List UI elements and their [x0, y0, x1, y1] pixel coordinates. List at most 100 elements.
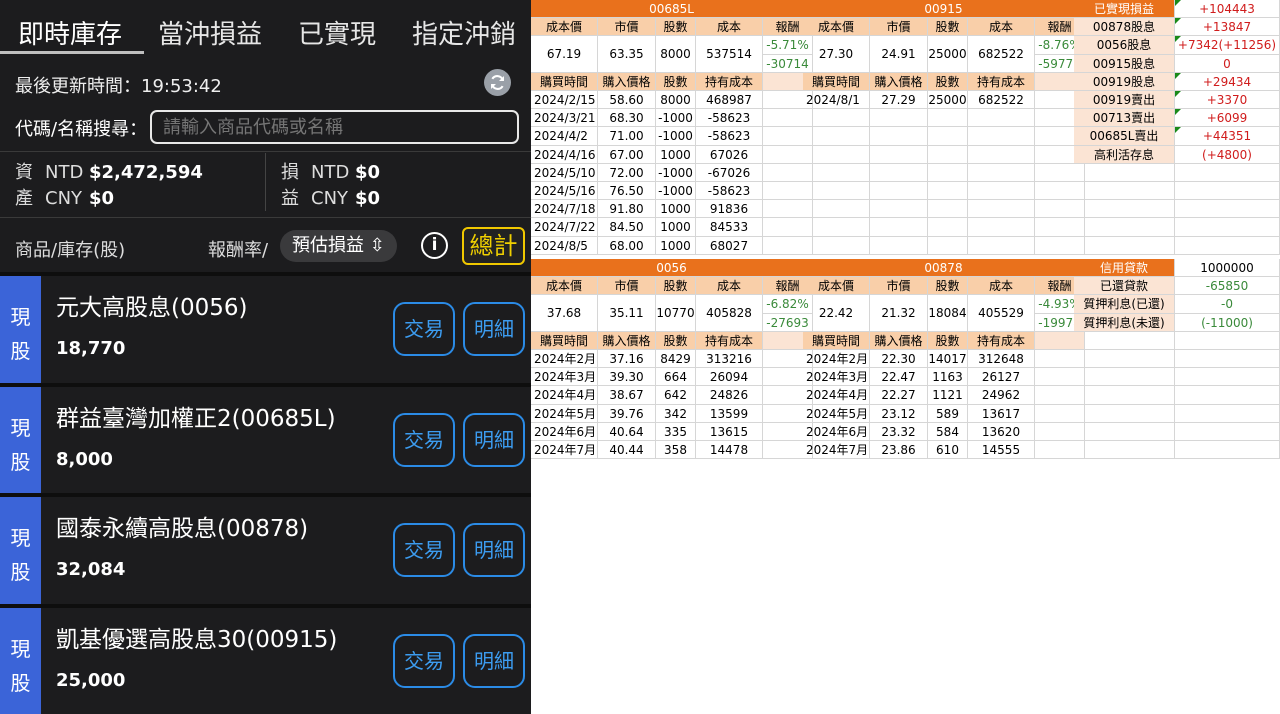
summary-value[interactable]: +7342(+11256)	[1175, 36, 1280, 55]
loan-value[interactable]: (-11000)	[1175, 313, 1280, 332]
table-cell[interactable]: 8429	[656, 350, 696, 369]
sheet-cell[interactable]	[1074, 386, 1175, 405]
table-cell[interactable]: -58623	[696, 109, 763, 128]
table-cell[interactable]: 2024/8/5	[531, 236, 598, 255]
block-value[interactable]: 18084	[928, 295, 968, 332]
list-item[interactable]: 現股 國泰永續高股息(00878) 32,084 交易 明細	[0, 497, 531, 604]
table-cell[interactable]: 14555	[968, 441, 1035, 460]
table-cell[interactable]	[870, 236, 928, 255]
summary-value[interactable]: +3370	[1175, 91, 1280, 110]
column-header[interactable]: 股數	[928, 331, 968, 350]
table-cell[interactable]	[928, 127, 968, 146]
summary-label[interactable]: 00685L賣出	[1074, 127, 1175, 146]
table-cell[interactable]: 91836	[696, 200, 763, 219]
column-header[interactable]: 購入價格	[598, 72, 656, 91]
block-value[interactable]: 27.30	[803, 36, 870, 73]
table-cell[interactable]	[968, 200, 1035, 219]
block-value[interactable]: 682522	[968, 36, 1035, 73]
table-cell[interactable]: -1000	[656, 127, 696, 146]
table-cell[interactable]: 1000	[656, 218, 696, 237]
sheet-cell[interactable]	[1074, 350, 1175, 369]
trade-button[interactable]: 交易	[393, 633, 455, 688]
block-title[interactable]: 00878	[803, 259, 1085, 278]
table-cell[interactable]	[870, 127, 928, 146]
summary-label[interactable]: 高利活存息	[1074, 145, 1175, 164]
column-header[interactable]: 成本	[696, 277, 763, 296]
summary-value[interactable]: +29434	[1175, 72, 1280, 91]
table-cell[interactable]: 1000	[656, 200, 696, 219]
table-cell[interactable]: 610	[928, 441, 968, 460]
table-cell[interactable]: 584	[928, 422, 968, 441]
sheet-cell[interactable]	[1175, 236, 1280, 255]
table-cell[interactable]	[968, 236, 1035, 255]
summary-value[interactable]: (+4800)	[1175, 145, 1280, 164]
table-cell[interactable]: 2024/7/18	[531, 200, 598, 219]
block-value[interactable]: 67.19	[531, 36, 598, 73]
block-value[interactable]: 10770	[656, 295, 696, 332]
table-cell[interactable]: 67.00	[598, 145, 656, 164]
refresh-icon[interactable]	[484, 69, 511, 96]
table-cell[interactable]	[928, 163, 968, 182]
table-cell[interactable]: 2024年3月	[531, 368, 598, 387]
block-value[interactable]: 405529	[968, 295, 1035, 332]
column-header[interactable]: 成本價	[803, 18, 870, 37]
block-title[interactable]: 0056	[531, 259, 813, 278]
summary-label[interactable]: 00878股息	[1074, 18, 1175, 37]
list-item[interactable]: 現股 元大高股息(0056) 18,770 交易 明細	[0, 276, 531, 383]
column-header[interactable]: 持有成本	[696, 72, 763, 91]
table-cell[interactable]: 23.86	[870, 441, 928, 460]
column-header[interactable]: 成本	[968, 18, 1035, 37]
estimated-pnl-toggle[interactable]: 預估損益 ⇳	[280, 230, 397, 262]
block-value[interactable]: 35.11	[598, 295, 656, 332]
table-cell[interactable]	[968, 145, 1035, 164]
sheet-cell[interactable]	[1074, 331, 1175, 350]
summary-label[interactable]: 00915股息	[1074, 54, 1175, 73]
table-cell[interactable]	[870, 218, 928, 237]
table-cell[interactable]	[928, 218, 968, 237]
table-cell[interactable]: 2024/4/2	[531, 127, 598, 146]
sheet-cell[interactable]	[1175, 218, 1280, 237]
sheet-cell[interactable]	[1175, 422, 1280, 441]
table-cell[interactable]	[870, 200, 928, 219]
table-cell[interactable]: 37.16	[598, 350, 656, 369]
table-cell[interactable]: 24962	[968, 386, 1035, 405]
summary-value[interactable]: +13847	[1175, 18, 1280, 37]
table-cell[interactable]	[803, 163, 870, 182]
table-cell[interactable]	[928, 182, 968, 201]
column-header[interactable]: 成本	[696, 18, 763, 37]
loan-label[interactable]: 信用貸款	[1074, 259, 1175, 278]
details-button[interactable]: 明細	[463, 633, 525, 688]
list-item[interactable]: 現股 群益臺灣加權正2(00685L) 8,000 交易 明細	[0, 386, 531, 494]
loan-label[interactable]: 質押利息(已還)	[1074, 295, 1175, 314]
table-cell[interactable]	[803, 182, 870, 201]
table-cell[interactable]: 2024年7月	[803, 441, 870, 460]
summary-label[interactable]: 00713賣出	[1074, 109, 1175, 128]
table-cell[interactable]: 22.27	[870, 386, 928, 405]
block-value[interactable]: 37.68	[531, 295, 598, 332]
table-cell[interactable]: 1000	[656, 236, 696, 255]
table-cell[interactable]: 58.60	[598, 91, 656, 110]
table-cell[interactable]	[803, 200, 870, 219]
table-cell[interactable]: 38.67	[598, 386, 656, 405]
table-cell[interactable]	[968, 127, 1035, 146]
table-cell[interactable]: 68.30	[598, 109, 656, 128]
column-header[interactable]: 購買時間	[803, 72, 870, 91]
table-cell[interactable]: -58623	[696, 182, 763, 201]
table-cell[interactable]: 39.76	[598, 404, 656, 423]
trade-button[interactable]: 交易	[393, 412, 455, 467]
table-cell[interactable]	[968, 182, 1035, 201]
table-cell[interactable]	[870, 109, 928, 128]
total-button[interactable]: 總計	[462, 227, 525, 265]
sheet-cell[interactable]	[1074, 404, 1175, 423]
table-cell[interactable]	[870, 163, 928, 182]
summary-value[interactable]: 0	[1175, 54, 1280, 73]
column-header[interactable]: 市價	[870, 18, 928, 37]
table-cell[interactable]: 67026	[696, 145, 763, 164]
table-cell[interactable]: 2024年7月	[531, 441, 598, 460]
table-cell[interactable]: 84.50	[598, 218, 656, 237]
column-header[interactable]: 市價	[598, 18, 656, 37]
table-cell[interactable]	[928, 109, 968, 128]
column-header[interactable]: 市價	[598, 277, 656, 296]
tab-daytrade-pnl[interactable]: 當沖損益	[140, 0, 280, 51]
table-cell[interactable]: 2024/5/10	[531, 163, 598, 182]
